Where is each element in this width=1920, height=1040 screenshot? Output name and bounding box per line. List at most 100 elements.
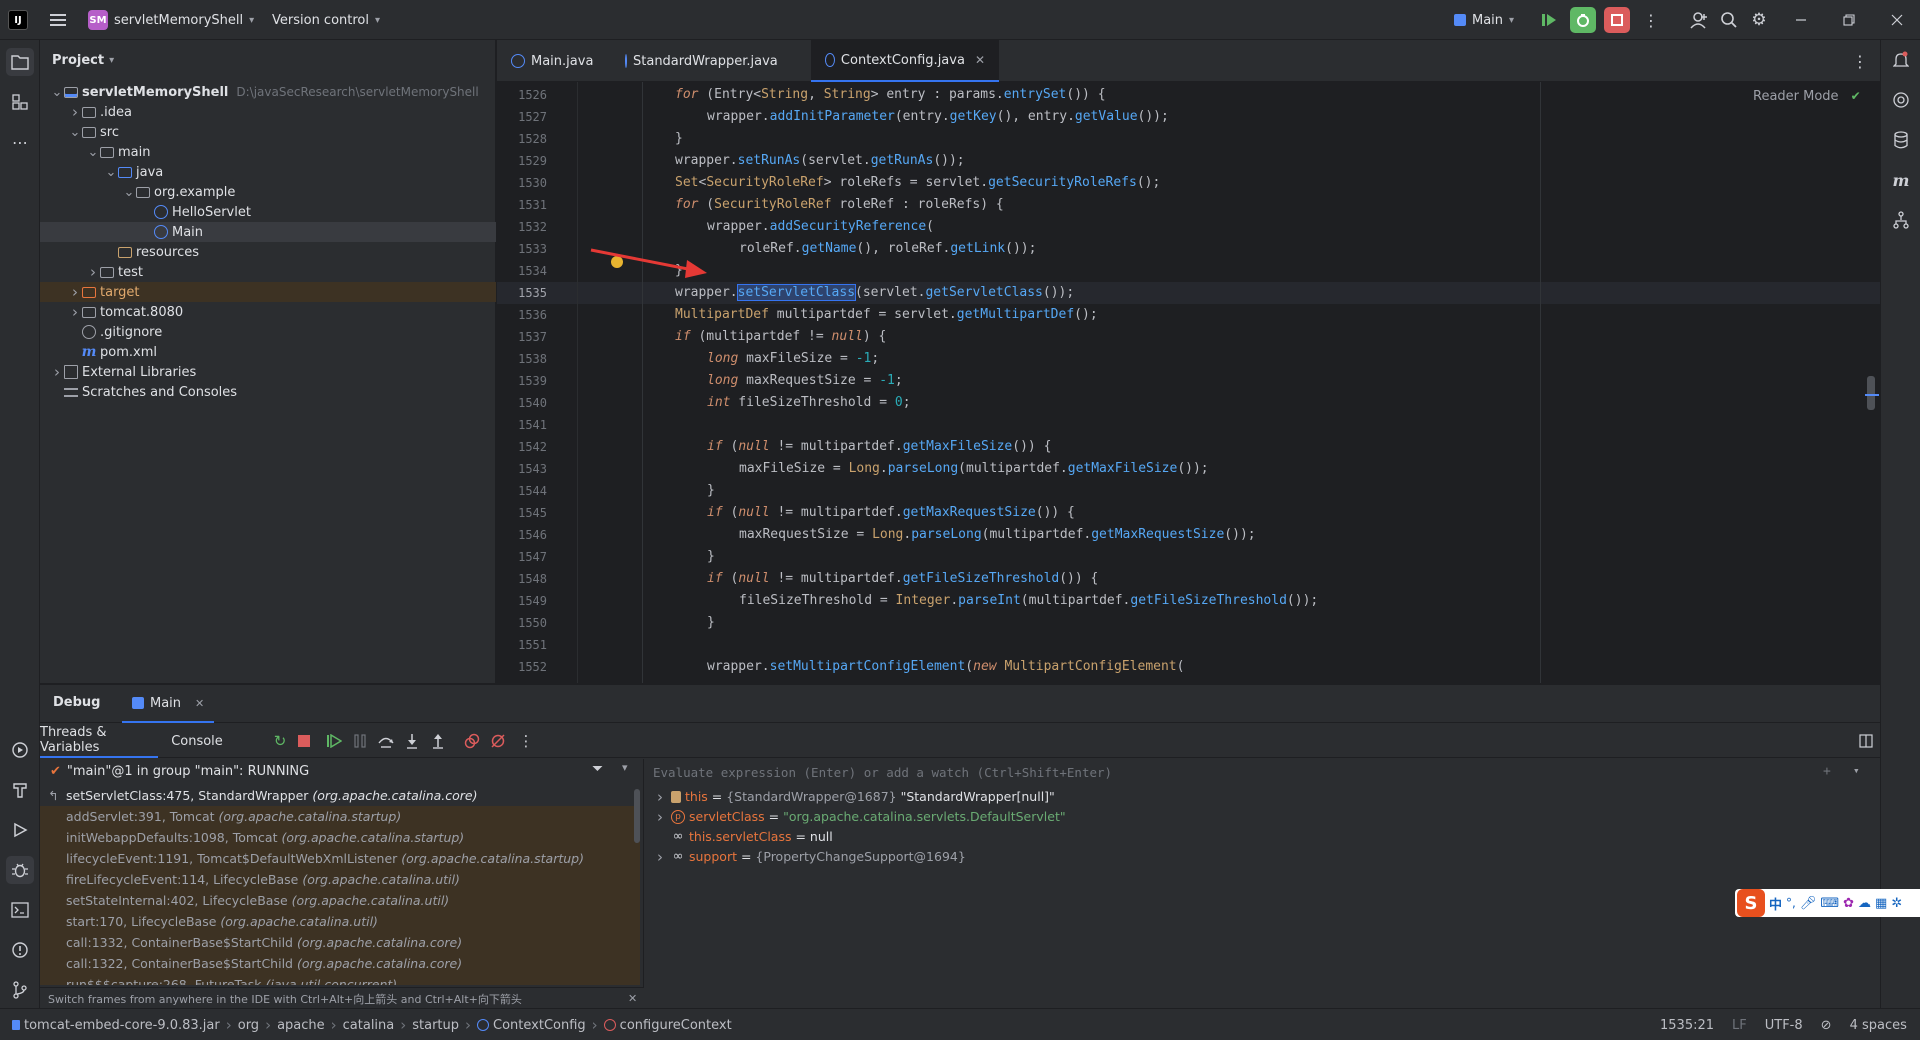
- chevron-down-icon[interactable]: ⌄: [86, 145, 100, 160]
- tree-item[interactable]: ⌄ src: [40, 122, 496, 142]
- line-number[interactable]: 1550: [497, 612, 547, 634]
- code-line[interactable]: 1526 for (Entry<String, String> entry : p…: [497, 84, 1880, 106]
- step-over-icon[interactable]: [376, 731, 396, 751]
- add-watch-icon[interactable]: +: [1823, 764, 1831, 779]
- ime-skin-icon[interactable]: ✿: [1843, 896, 1854, 911]
- close-tab-icon[interactable]: ✕: [975, 53, 985, 67]
- line-number[interactable]: 1528: [497, 128, 547, 150]
- chevron-down-icon[interactable]: ⌄: [104, 165, 118, 180]
- close-tab-icon[interactable]: ✕: [195, 697, 204, 710]
- line-number[interactable]: 1547: [497, 546, 547, 568]
- line-number[interactable]: 1531: [497, 194, 547, 216]
- chevron-right-icon[interactable]: ›: [653, 848, 667, 866]
- variable-row[interactable]: › this = {StandardWrapper@1687} "Standard…: [645, 787, 1055, 807]
- structure-icon[interactable]: [6, 88, 34, 116]
- tab-contextconfig-java[interactable]: ContextConfig.java ✕: [811, 40, 999, 82]
- version-control-menu[interactable]: Version control ▾: [272, 9, 380, 31]
- code-line[interactable]: 1539 long maxRequestSize = -1;: [497, 370, 1880, 392]
- breadcrumb-item[interactable]: catalina: [343, 1018, 395, 1033]
- code-line[interactable]: 1550}: [497, 612, 1880, 634]
- tab-main-java[interactable]: Main.java: [497, 40, 609, 82]
- tab-console[interactable]: Console: [162, 724, 232, 758]
- line-number[interactable]: 1543: [497, 458, 547, 480]
- line-number[interactable]: 1546: [497, 524, 547, 546]
- stop-button[interactable]: [1604, 7, 1630, 33]
- stop-icon[interactable]: [294, 731, 314, 751]
- breadcrumb-item[interactable]: tomcat-embed-core-9.0.83.jar: [12, 1018, 220, 1033]
- chevron-down-icon[interactable]: ⌄: [122, 185, 136, 200]
- breadcrumb-item[interactable]: apache: [277, 1018, 325, 1033]
- thread-selector[interactable]: ✔ "main"@1 in group "main": RUNNING ⏷ ▾: [40, 759, 644, 783]
- chevron-right-icon[interactable]: ›: [50, 363, 64, 381]
- chevron-down-icon[interactable]: ▾: [1853, 764, 1860, 777]
- line-number[interactable]: 1548: [497, 568, 547, 590]
- ime-toolbar[interactable]: S 中 °, 🎤︎ ⌨ ✿ ☁ ▦ ✲: [1735, 889, 1920, 917]
- line-number[interactable]: 1537: [497, 326, 547, 348]
- tree-item[interactable]: .gitignore: [40, 322, 496, 342]
- tree-item[interactable]: ⌄ org.example: [40, 182, 496, 202]
- variable-row[interactable]: › p servletClass = "org.apache.catalina.se…: [645, 807, 1066, 827]
- stack-frame[interactable]: call:1322, ContainerBase$StartChild (org…: [40, 953, 640, 974]
- debug-bug-icon[interactable]: [6, 856, 34, 884]
- line-number[interactable]: 1542: [497, 436, 547, 458]
- line-number[interactable]: 1527: [497, 106, 547, 128]
- maven-icon[interactable]: m: [1887, 166, 1915, 194]
- line-number[interactable]: 1541: [497, 414, 547, 436]
- mute-breakpoints-icon[interactable]: [488, 731, 508, 751]
- chevron-right-icon[interactable]: ›: [68, 103, 82, 121]
- frames-scrollbar-thumb[interactable]: [634, 789, 640, 843]
- rerun-icon[interactable]: ↻: [270, 731, 290, 751]
- line-number[interactable]: 1533: [497, 238, 547, 260]
- tab-standardwrapper-java[interactable]: StandardWrapper.java: [611, 40, 789, 82]
- code-line[interactable]: 1544}: [497, 480, 1880, 502]
- tree-item[interactable]: › External Libraries: [40, 362, 496, 382]
- code-line[interactable]: 1536 MultipartDef multipartdef = servlet.…: [497, 304, 1880, 326]
- code-line[interactable]: 1530 Set<SecurityRoleRef> roleRefs = serv…: [497, 172, 1880, 194]
- caret-position[interactable]: 1535:21: [1660, 1018, 1714, 1033]
- stack-frame[interactable]: fireLifecycleEvent:114, LifecycleBase (o…: [40, 869, 640, 890]
- debug-session-tab-main[interactable]: Main ✕: [122, 685, 215, 723]
- ime-keyboard-icon[interactable]: ⌨: [1820, 896, 1839, 911]
- project-view-selector[interactable]: Project ▾: [52, 50, 114, 70]
- reader-mode-toggle[interactable]: Reader Mode ✔: [1753, 86, 1861, 106]
- code-line[interactable]: 1547}: [497, 546, 1880, 568]
- code-line[interactable]: 1527 wrapper.addInitParameter(entry.getKe…: [497, 106, 1880, 128]
- problems-icon[interactable]: [6, 936, 34, 964]
- editor-scrollbar-thumb[interactable]: [1867, 376, 1875, 410]
- tree-item[interactable]: › .idea: [40, 102, 496, 122]
- tree-item[interactable]: Main: [40, 222, 496, 242]
- chevron-right-icon[interactable]: ›: [86, 263, 100, 281]
- main-menu-icon[interactable]: [48, 10, 68, 30]
- layout-settings-icon[interactable]: [1856, 731, 1876, 751]
- code-line[interactable]: 1532 wrapper.addSecurityReference(: [497, 216, 1880, 238]
- breadcrumb-item[interactable]: ContextConfig: [477, 1018, 586, 1033]
- close-window-icon[interactable]: [1886, 9, 1908, 31]
- stack-frame[interactable]: call:1332, ContainerBase$StartChild (org…: [40, 932, 640, 953]
- indent-settings[interactable]: 4 spaces: [1850, 1018, 1907, 1033]
- chevron-right-icon[interactable]: ›: [68, 283, 82, 301]
- line-number[interactable]: 1536: [497, 304, 547, 326]
- debug-rerun-button[interactable]: [1570, 7, 1596, 33]
- build-hammer-icon[interactable]: [6, 776, 34, 804]
- ime-toolbox-icon[interactable]: ▦: [1875, 896, 1887, 911]
- variable-row[interactable]: › ∞ support = {PropertyChangeSupport@1694}: [645, 847, 966, 867]
- line-number[interactable]: 1535: [497, 282, 547, 304]
- line-number[interactable]: 1540: [497, 392, 547, 414]
- pause-icon[interactable]: [350, 731, 370, 751]
- code-line[interactable]: 1549 fileSizeThreshold = Integer.parseInt…: [497, 590, 1880, 612]
- project-folder-icon[interactable]: [6, 48, 34, 76]
- tree-item[interactable]: › tomcat.8080: [40, 302, 496, 322]
- line-number[interactable]: 1538: [497, 348, 547, 370]
- stack-frame[interactable]: run$$$capture:268, FutureTask (java.util…: [40, 974, 640, 985]
- tree-item[interactable]: HelloServlet: [40, 202, 496, 222]
- run-icon[interactable]: [6, 816, 34, 844]
- view-breakpoints-icon[interactable]: [462, 731, 482, 751]
- step-out-icon[interactable]: [428, 731, 448, 751]
- services-icon[interactable]: [6, 736, 34, 764]
- code-line[interactable]: 1542 if (null != multipartdef.getMaxFileS…: [497, 436, 1880, 458]
- database-icon[interactable]: [1887, 126, 1915, 154]
- tree-item[interactable]: › target: [40, 282, 496, 302]
- intellij-logo-icon[interactable]: IJ: [8, 10, 28, 30]
- minimize-window-icon[interactable]: [1790, 9, 1812, 31]
- code-line[interactable]: 1537 if (multipartdef != null) {: [497, 326, 1880, 348]
